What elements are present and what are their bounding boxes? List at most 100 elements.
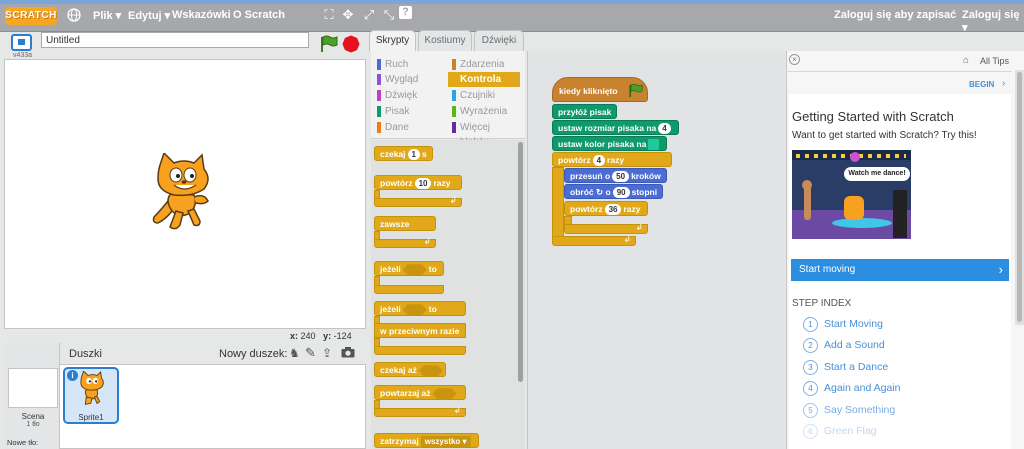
- block-repeat-outer[interactable]: powtórz 4 razy: [552, 152, 672, 167]
- block-if[interactable]: jeżeli to: [374, 261, 444, 276]
- block-input[interactable]: 90: [612, 187, 630, 199]
- scratch-logo[interactable]: SCRATCH: [5, 7, 57, 25]
- x-label: x:: [290, 331, 299, 341]
- all-tips-link[interactable]: All Tips: [980, 56, 1009, 66]
- step-link[interactable]: Green Flag: [824, 425, 877, 437]
- globe-icon[interactable]: [66, 8, 82, 25]
- block-repeat-inner[interactable]: powtórz 36 razy: [564, 201, 648, 216]
- duplicate-stamp-icon[interactable]: ⛶: [321, 7, 337, 23]
- block-input[interactable]: 4: [592, 155, 606, 167]
- block-when-flag-clicked[interactable]: kiedy kliknięto: [552, 77, 648, 102]
- block-turn[interactable]: obróć ↻ o 90 stopni: [564, 184, 664, 199]
- begin-link[interactable]: BEGIN: [969, 80, 994, 89]
- login-to-save[interactable]: Zaloguj się aby zapisać: [834, 9, 956, 21]
- chevron-right-icon[interactable]: ›: [1002, 78, 1005, 89]
- repeat-until-foot: ↲: [374, 405, 466, 417]
- color-swatch[interactable]: [648, 139, 660, 151]
- block-set-pen-size[interactable]: ustaw rozmiar pisaka na 4: [552, 120, 679, 135]
- tips-scroll-track[interactable]: [1015, 70, 1024, 325]
- category-label: Czujniki: [460, 90, 496, 101]
- category-more-blocks[interactable]: Więcej bloków: [448, 120, 520, 148]
- cut-cross-icon[interactable]: ✥: [340, 7, 356, 23]
- repeat-inner-foot: ↲: [564, 222, 648, 234]
- category-label: Wygląd: [385, 74, 419, 85]
- tips-scroll-thumb[interactable]: [1017, 72, 1022, 322]
- menu-tips[interactable]: Wskazówki: [172, 9, 231, 21]
- menu-about[interactable]: O Scratch: [233, 9, 285, 21]
- stage-canvas[interactable]: [4, 59, 366, 329]
- block-text: razy: [623, 204, 641, 214]
- step-link[interactable]: Say Something: [824, 404, 895, 416]
- palette-scrollbar[interactable]: [518, 142, 523, 382]
- block-set-pen-color[interactable]: ustaw kolor pisaka na: [552, 136, 668, 151]
- category-data[interactable]: Dane: [373, 120, 445, 135]
- shrink-icon[interactable]: ⤡: [381, 7, 397, 23]
- block-move[interactable]: przesuń o 50 kroków: [564, 168, 667, 183]
- block-text: powtarzaj aż: [380, 388, 431, 398]
- start-moving-button[interactable]: Start moving ›: [791, 259, 1009, 281]
- block-wait[interactable]: czekaj 1 s: [374, 146, 433, 161]
- stop-dropdown[interactable]: wszystko ▾: [420, 436, 471, 448]
- block-text: ustaw rozmiar pisaka na: [558, 123, 657, 133]
- stage-thumbnail[interactable]: [8, 368, 58, 408]
- step-link[interactable]: Start Moving: [824, 318, 883, 330]
- block-repeat[interactable]: powtórz 10 razy: [374, 175, 462, 190]
- block-text: s: [421, 149, 427, 159]
- block-forever[interactable]: zawsze: [374, 216, 436, 231]
- category-looks[interactable]: Wygląd: [373, 72, 445, 87]
- login-menu[interactable]: Zaloguj się ▾: [962, 9, 1024, 34]
- block-input[interactable]: 10: [414, 178, 432, 190]
- block-text: przesuń o: [570, 171, 611, 181]
- paint-brush-icon[interactable]: ✎: [305, 345, 316, 361]
- step-link[interactable]: Again and Again: [824, 382, 900, 394]
- block-text: ustaw kolor pisaka na: [558, 139, 647, 149]
- block-input[interactable]: 1: [407, 149, 420, 161]
- block-if-else[interactable]: jeżeli to: [374, 301, 466, 316]
- category-motion[interactable]: Ruch: [373, 57, 445, 72]
- step-link[interactable]: Start a Dance: [824, 361, 888, 373]
- scratch-cat-sprite[interactable]: [150, 151, 220, 236]
- block-input[interactable]: 4: [658, 123, 671, 135]
- upload-icon[interactable]: ⇪: [322, 346, 332, 360]
- project-title-input[interactable]: [41, 32, 309, 48]
- block-pen-down[interactable]: przyłóż pisak: [552, 104, 618, 119]
- category-operators[interactable]: Wyrażenia: [448, 104, 520, 119]
- step-link[interactable]: Add a Sound: [824, 339, 885, 351]
- block-text: czekaj aż: [380, 365, 417, 375]
- category-sound[interactable]: Dźwięk: [373, 88, 445, 103]
- close-icon[interactable]: ×: [789, 54, 800, 65]
- camera-icon[interactable]: [341, 346, 355, 361]
- tips-title: Getting Started with Scratch: [792, 109, 954, 124]
- block-repeat-until[interactable]: powtarzaj aż: [374, 385, 466, 400]
- category-pen[interactable]: Pisak: [373, 104, 445, 119]
- category-sensing[interactable]: Czujniki: [448, 88, 520, 103]
- category-control[interactable]: Kontrola: [448, 72, 520, 87]
- home-icon[interactable]: ⌂: [963, 55, 969, 66]
- sprite-tile-sprite1[interactable]: i Sprite1: [63, 367, 119, 424]
- stop-sign-icon[interactable]: [341, 34, 362, 55]
- green-flag-icon[interactable]: [318, 35, 338, 56]
- category-events[interactable]: Zdarzenia: [448, 57, 520, 72]
- block-text: obróć: [570, 187, 594, 197]
- fullscreen-icon[interactable]: [11, 34, 32, 51]
- sprite-library-icon[interactable]: ♞: [289, 346, 300, 360]
- block-text: to: [428, 304, 437, 314]
- tab-sounds[interactable]: Dźwięki: [474, 30, 524, 51]
- tab-scripts[interactable]: Skrypty: [369, 30, 416, 51]
- menu-file[interactable]: Plik ▾: [93, 9, 121, 22]
- block-text: powtórz: [570, 204, 603, 214]
- tab-costumes[interactable]: Kostiumy: [418, 30, 472, 51]
- menu-edit[interactable]: Edytuj ▾: [128, 9, 170, 22]
- block-input[interactable]: 50: [612, 171, 630, 183]
- block-stop[interactable]: zatrzymaj wszystko ▾: [374, 433, 479, 448]
- sprite-thumbnail-cat: [77, 370, 109, 410]
- step-index-heading: STEP INDEX: [792, 298, 852, 309]
- block-text: kroków: [631, 171, 661, 181]
- block-wait-until[interactable]: czekaj aż: [374, 362, 446, 377]
- block-text: w przeciwnym razie: [380, 326, 460, 336]
- block-input[interactable]: 36: [604, 204, 622, 216]
- sprites-header: Duszki: [69, 348, 103, 360]
- grow-icon[interactable]: ⤢: [361, 7, 377, 23]
- help-icon[interactable]: ?: [399, 6, 415, 19]
- step-number: 5: [803, 403, 818, 418]
